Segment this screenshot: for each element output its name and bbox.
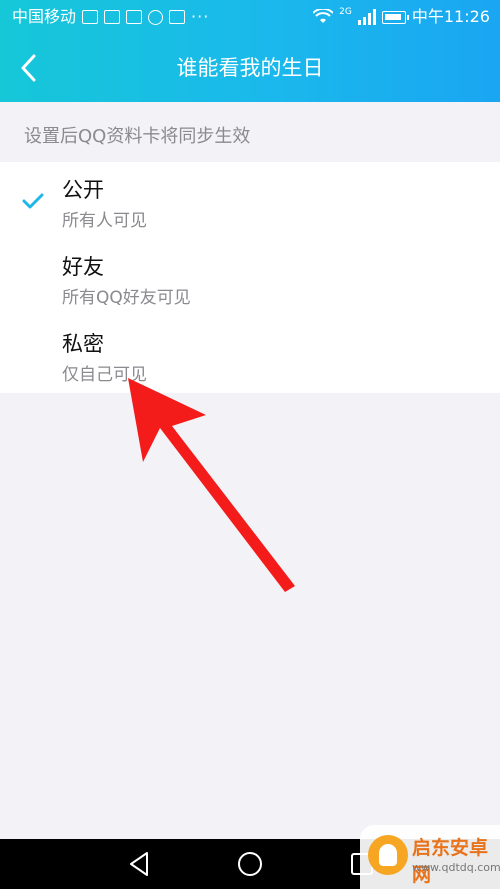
watermark-logo-icon xyxy=(368,835,408,875)
title-bar: 谁能看我的生日 xyxy=(0,34,500,102)
camera-icon xyxy=(148,9,164,25)
option-description: 仅自己可见 xyxy=(62,365,147,385)
clock: 中午11:26 xyxy=(411,7,490,26)
section-hint: 设置后QQ资料卡将同步生效 xyxy=(24,126,251,147)
checkmark-icon xyxy=(22,193,44,209)
status-bar-left: 中国移动 ··· xyxy=(12,0,209,34)
battery-icon xyxy=(381,10,409,24)
option-label: 私密 xyxy=(62,332,104,356)
carrier-name: 中国移动 xyxy=(12,7,77,26)
option-friends[interactable]: 好友 所有QQ好友可见 xyxy=(0,239,500,316)
option-private[interactable]: 私密 仅自己可见 xyxy=(0,316,500,393)
watermark: 启东安卓网 www.qdtdq.com xyxy=(360,825,500,889)
option-label: 好友 xyxy=(62,255,104,279)
back-triangle-icon[interactable] xyxy=(125,849,155,879)
network-type: 2G xyxy=(339,7,352,17)
option-description: 所有QQ好友可见 xyxy=(62,288,191,308)
status-bar-right: 2G 中午11:26 xyxy=(313,0,490,34)
option-description: 所有人可见 xyxy=(62,211,147,231)
privacy-option-list: 公开 所有人可见 好友 所有QQ好友可见 私密 仅自己可见 xyxy=(0,162,500,393)
page-title: 谁能看我的生日 xyxy=(176,56,324,80)
signal-icon xyxy=(357,9,376,25)
card-icon xyxy=(104,10,121,24)
watermark-url: www.qdtdq.com xyxy=(412,861,500,874)
more-notifications-icon: ··· xyxy=(191,7,210,26)
activity-icon xyxy=(82,10,99,24)
message-icon xyxy=(126,10,143,24)
option-label: 公开 xyxy=(62,178,104,202)
home-circle-icon[interactable] xyxy=(235,849,265,879)
app-icon xyxy=(169,10,186,24)
watermark-name: 启东安卓网 xyxy=(412,837,489,886)
option-public[interactable]: 公开 所有人可见 xyxy=(0,162,500,239)
header: 中国移动 ··· 2G 中午11:26 谁能看我的生日 xyxy=(0,0,500,102)
wifi-icon xyxy=(313,9,334,23)
status-bar: 中国移动 ··· 2G 中午11:26 xyxy=(0,0,500,34)
